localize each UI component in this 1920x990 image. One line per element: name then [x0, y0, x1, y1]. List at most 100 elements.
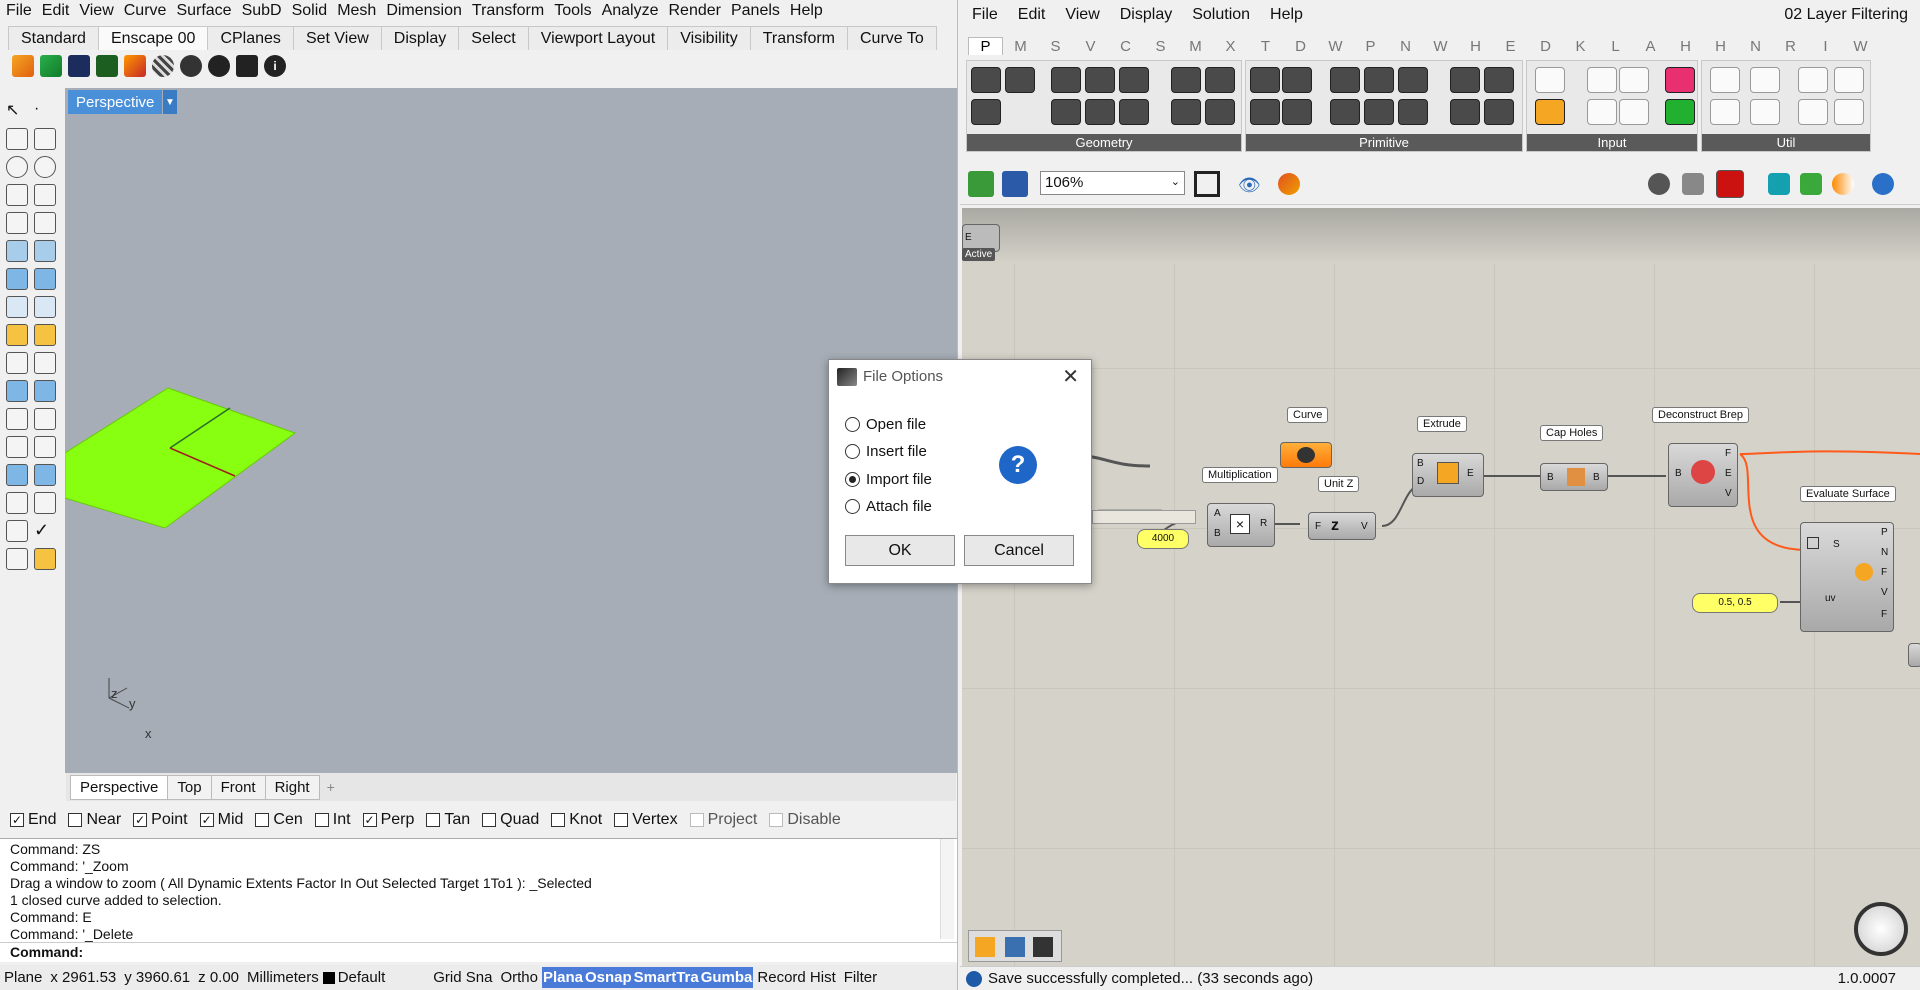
circle-param-icon[interactable] [1051, 67, 1081, 93]
close-icon[interactable]: ✕ [1062, 364, 1079, 389]
sphere-icon[interactable] [1872, 173, 1894, 195]
number-param-icon[interactable] [1282, 67, 1312, 93]
tree-icon[interactable] [1750, 67, 1780, 93]
radio-button[interactable] [845, 417, 860, 432]
checkbox[interactable] [482, 813, 497, 827]
join-icon[interactable] [34, 352, 56, 374]
gh-tab[interactable]: P [1353, 38, 1388, 55]
gh-tab[interactable]: K [1563, 38, 1598, 55]
curve-component[interactable] [1280, 442, 1332, 468]
deconstruct-brep-component[interactable]: B F E V [1668, 443, 1738, 507]
viewport-tab-right[interactable]: Right [264, 774, 320, 800]
gh-tab[interactable]: P [968, 37, 1003, 55]
enscape-sync-icon[interactable] [40, 55, 62, 77]
osnap-int[interactable]: Int [314, 811, 351, 829]
remove-param-icon[interactable] [971, 99, 1001, 125]
osnap-project[interactable]: Project [689, 811, 757, 829]
panel-label[interactable]: Geometry [967, 134, 1241, 151]
osnap-tan[interactable]: Tan [426, 811, 470, 829]
checkbox[interactable]: ✓ [133, 813, 148, 827]
box-icon[interactable] [6, 268, 28, 290]
gh-tab[interactable]: I [1808, 38, 1843, 55]
transform-param-icon[interactable] [1398, 99, 1428, 125]
curve-param-icon[interactable] [1085, 67, 1115, 93]
swatch-icon[interactable] [1665, 67, 1695, 93]
gh-tab[interactable]: D [1283, 38, 1318, 55]
capsule-icon[interactable] [1834, 67, 1864, 93]
toggle-icon[interactable] [1587, 67, 1617, 93]
panel-label[interactable]: Primitive [1246, 134, 1522, 151]
python-icon[interactable] [1005, 937, 1025, 957]
gh-menu-view[interactable]: View [1065, 6, 1099, 24]
polyline-icon[interactable] [6, 128, 28, 150]
polygon-icon[interactable] [6, 184, 28, 206]
enscape-material-icon[interactable] [152, 55, 174, 77]
surface-corner-icon[interactable] [6, 240, 28, 262]
tab-display[interactable]: Display [380, 26, 460, 50]
matrix-param-icon[interactable] [1330, 99, 1360, 125]
tab-enscape[interactable]: Enscape 00 [97, 26, 209, 50]
ellipse-icon[interactable] [34, 156, 56, 178]
gh-canvas[interactable]: E Active Curve Extrude B D E Cap Holes B… [962, 208, 1920, 968]
gh-tab[interactable]: W [1423, 38, 1458, 55]
perspective-viewport[interactable]: z y x [64, 88, 957, 773]
gh-tab[interactable]: V [1073, 38, 1108, 55]
gh-tab[interactable]: M [1178, 38, 1213, 55]
boolean-icon[interactable] [6, 380, 28, 402]
plane-param-icon[interactable] [1119, 99, 1149, 125]
tab-visibility[interactable]: Visibility [667, 26, 751, 50]
gh-tab[interactable]: H [1703, 38, 1738, 55]
osnap-vertex[interactable]: Vertex [614, 811, 678, 829]
render-icon[interactable] [6, 548, 28, 570]
move-icon[interactable] [6, 436, 28, 458]
string-param-icon[interactable] [1398, 67, 1428, 93]
toggle-smarttrack[interactable]: SmartTra [632, 967, 700, 988]
value-list-icon[interactable] [1619, 99, 1649, 125]
checkbox[interactable] [314, 813, 329, 827]
gradient-icon[interactable] [1665, 99, 1695, 125]
selected-preview-icon[interactable] [1768, 173, 1790, 195]
option-open-file[interactable]: Open file [845, 416, 926, 433]
gh-menu-help[interactable]: Help [1270, 6, 1303, 24]
checkbox[interactable] [68, 813, 83, 827]
download-icon[interactable] [1033, 937, 1053, 957]
multiplication-component[interactable]: A B × R [1207, 503, 1275, 547]
menu-file[interactable]: File [6, 2, 32, 20]
cherry-icon[interactable] [1710, 99, 1740, 125]
toggle-filter[interactable]: Filter [840, 969, 881, 986]
menu-view[interactable]: View [79, 2, 113, 20]
shaded-preview-icon[interactable] [1716, 170, 1744, 198]
wireframe-icon[interactable] [1682, 173, 1704, 195]
gh-tab[interactable]: W [1318, 38, 1353, 55]
enscape-asset-icon[interactable] [96, 55, 118, 77]
trim-icon[interactable] [34, 324, 56, 346]
status-plane[interactable]: Plane [0, 969, 46, 986]
curve-icon[interactable] [34, 128, 56, 150]
viewport-tab-perspective[interactable]: Perspective [70, 774, 169, 800]
sketch-icon[interactable] [1278, 173, 1300, 195]
radio-button[interactable] [845, 472, 860, 487]
path-param-icon[interactable] [1450, 99, 1480, 125]
extrude-surface-icon[interactable] [34, 268, 56, 290]
arc-icon[interactable] [6, 212, 28, 234]
status-layer[interactable]: Default [338, 969, 390, 986]
toggle-grid-snap[interactable]: Grid Sna [429, 969, 496, 986]
tab-standard[interactable]: Standard [8, 26, 99, 50]
toggle-ortho[interactable]: Ortho [496, 969, 542, 986]
rectangle-icon[interactable] [34, 184, 56, 206]
import-icon[interactable] [1535, 67, 1565, 93]
option-attach-file[interactable]: Attach file [845, 498, 932, 515]
menu-surface[interactable]: Surface [176, 2, 231, 20]
panel-label[interactable]: Util [1702, 134, 1870, 151]
gh-menu-solution[interactable]: Solution [1192, 6, 1250, 24]
arrow-right-icon[interactable] [1798, 67, 1828, 93]
tab-transform[interactable]: Transform [749, 26, 848, 50]
navigation-compass-icon[interactable] [1854, 902, 1908, 956]
mesh-plane-icon[interactable] [34, 296, 56, 318]
text-param-icon[interactable] [1282, 99, 1312, 125]
menu-transform[interactable]: Transform [472, 2, 544, 20]
panel-label[interactable]: Input [1527, 134, 1697, 151]
array-icon[interactable] [6, 492, 28, 514]
data-param-icon[interactable] [1450, 67, 1480, 93]
enscape-render-icon[interactable] [124, 55, 146, 77]
